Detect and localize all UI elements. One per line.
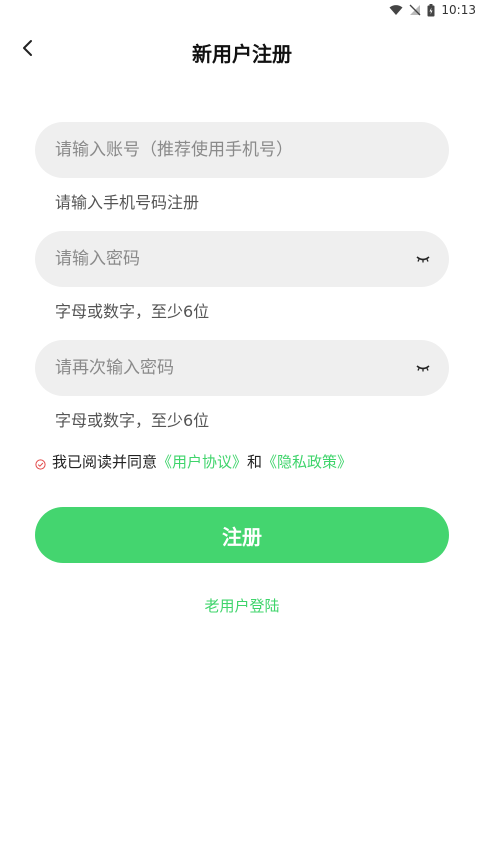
password-hint: 字母或数字，至少6位 (55, 302, 210, 321)
confirm-password-hint: 字母或数字，至少6位 (55, 411, 210, 430)
status-time: 10:13 (441, 3, 476, 17)
account-hint: 请输入手机号码注册 (55, 193, 200, 212)
privacy-policy-link[interactable]: 《隐私政策》 (262, 451, 352, 472)
old-user-login-link[interactable]: 老用户登陆 (0, 595, 484, 616)
eye-closed-icon[interactable] (415, 251, 431, 267)
no-signal-icon (409, 4, 421, 16)
checkbox-checked-icon[interactable] (35, 456, 46, 470)
agreement-conjunction: 和 (247, 453, 263, 471)
user-agreement-link[interactable]: 《用户协议》 (157, 451, 247, 472)
confirm-password-field (35, 340, 449, 396)
wifi-icon (389, 4, 403, 16)
password-field (35, 231, 449, 287)
status-icons: 10:13 (389, 3, 476, 17)
agreement-row: 我已阅读并同意 《用户协议》 和 《隐私政策》 (35, 451, 352, 472)
account-input[interactable] (55, 122, 395, 178)
confirm-password-input[interactable] (55, 340, 395, 396)
password-input[interactable] (55, 231, 395, 287)
header: 新用户注册 (0, 28, 484, 72)
battery-icon (427, 3, 435, 17)
status-bar: 10:13 (0, 0, 484, 22)
register-button[interactable]: 注册 (35, 507, 449, 563)
account-field (35, 122, 449, 178)
agreement-prefix: 我已阅读并同意 (52, 453, 158, 471)
page-title: 新用户注册 (192, 42, 292, 66)
eye-closed-icon[interactable] (415, 360, 431, 376)
